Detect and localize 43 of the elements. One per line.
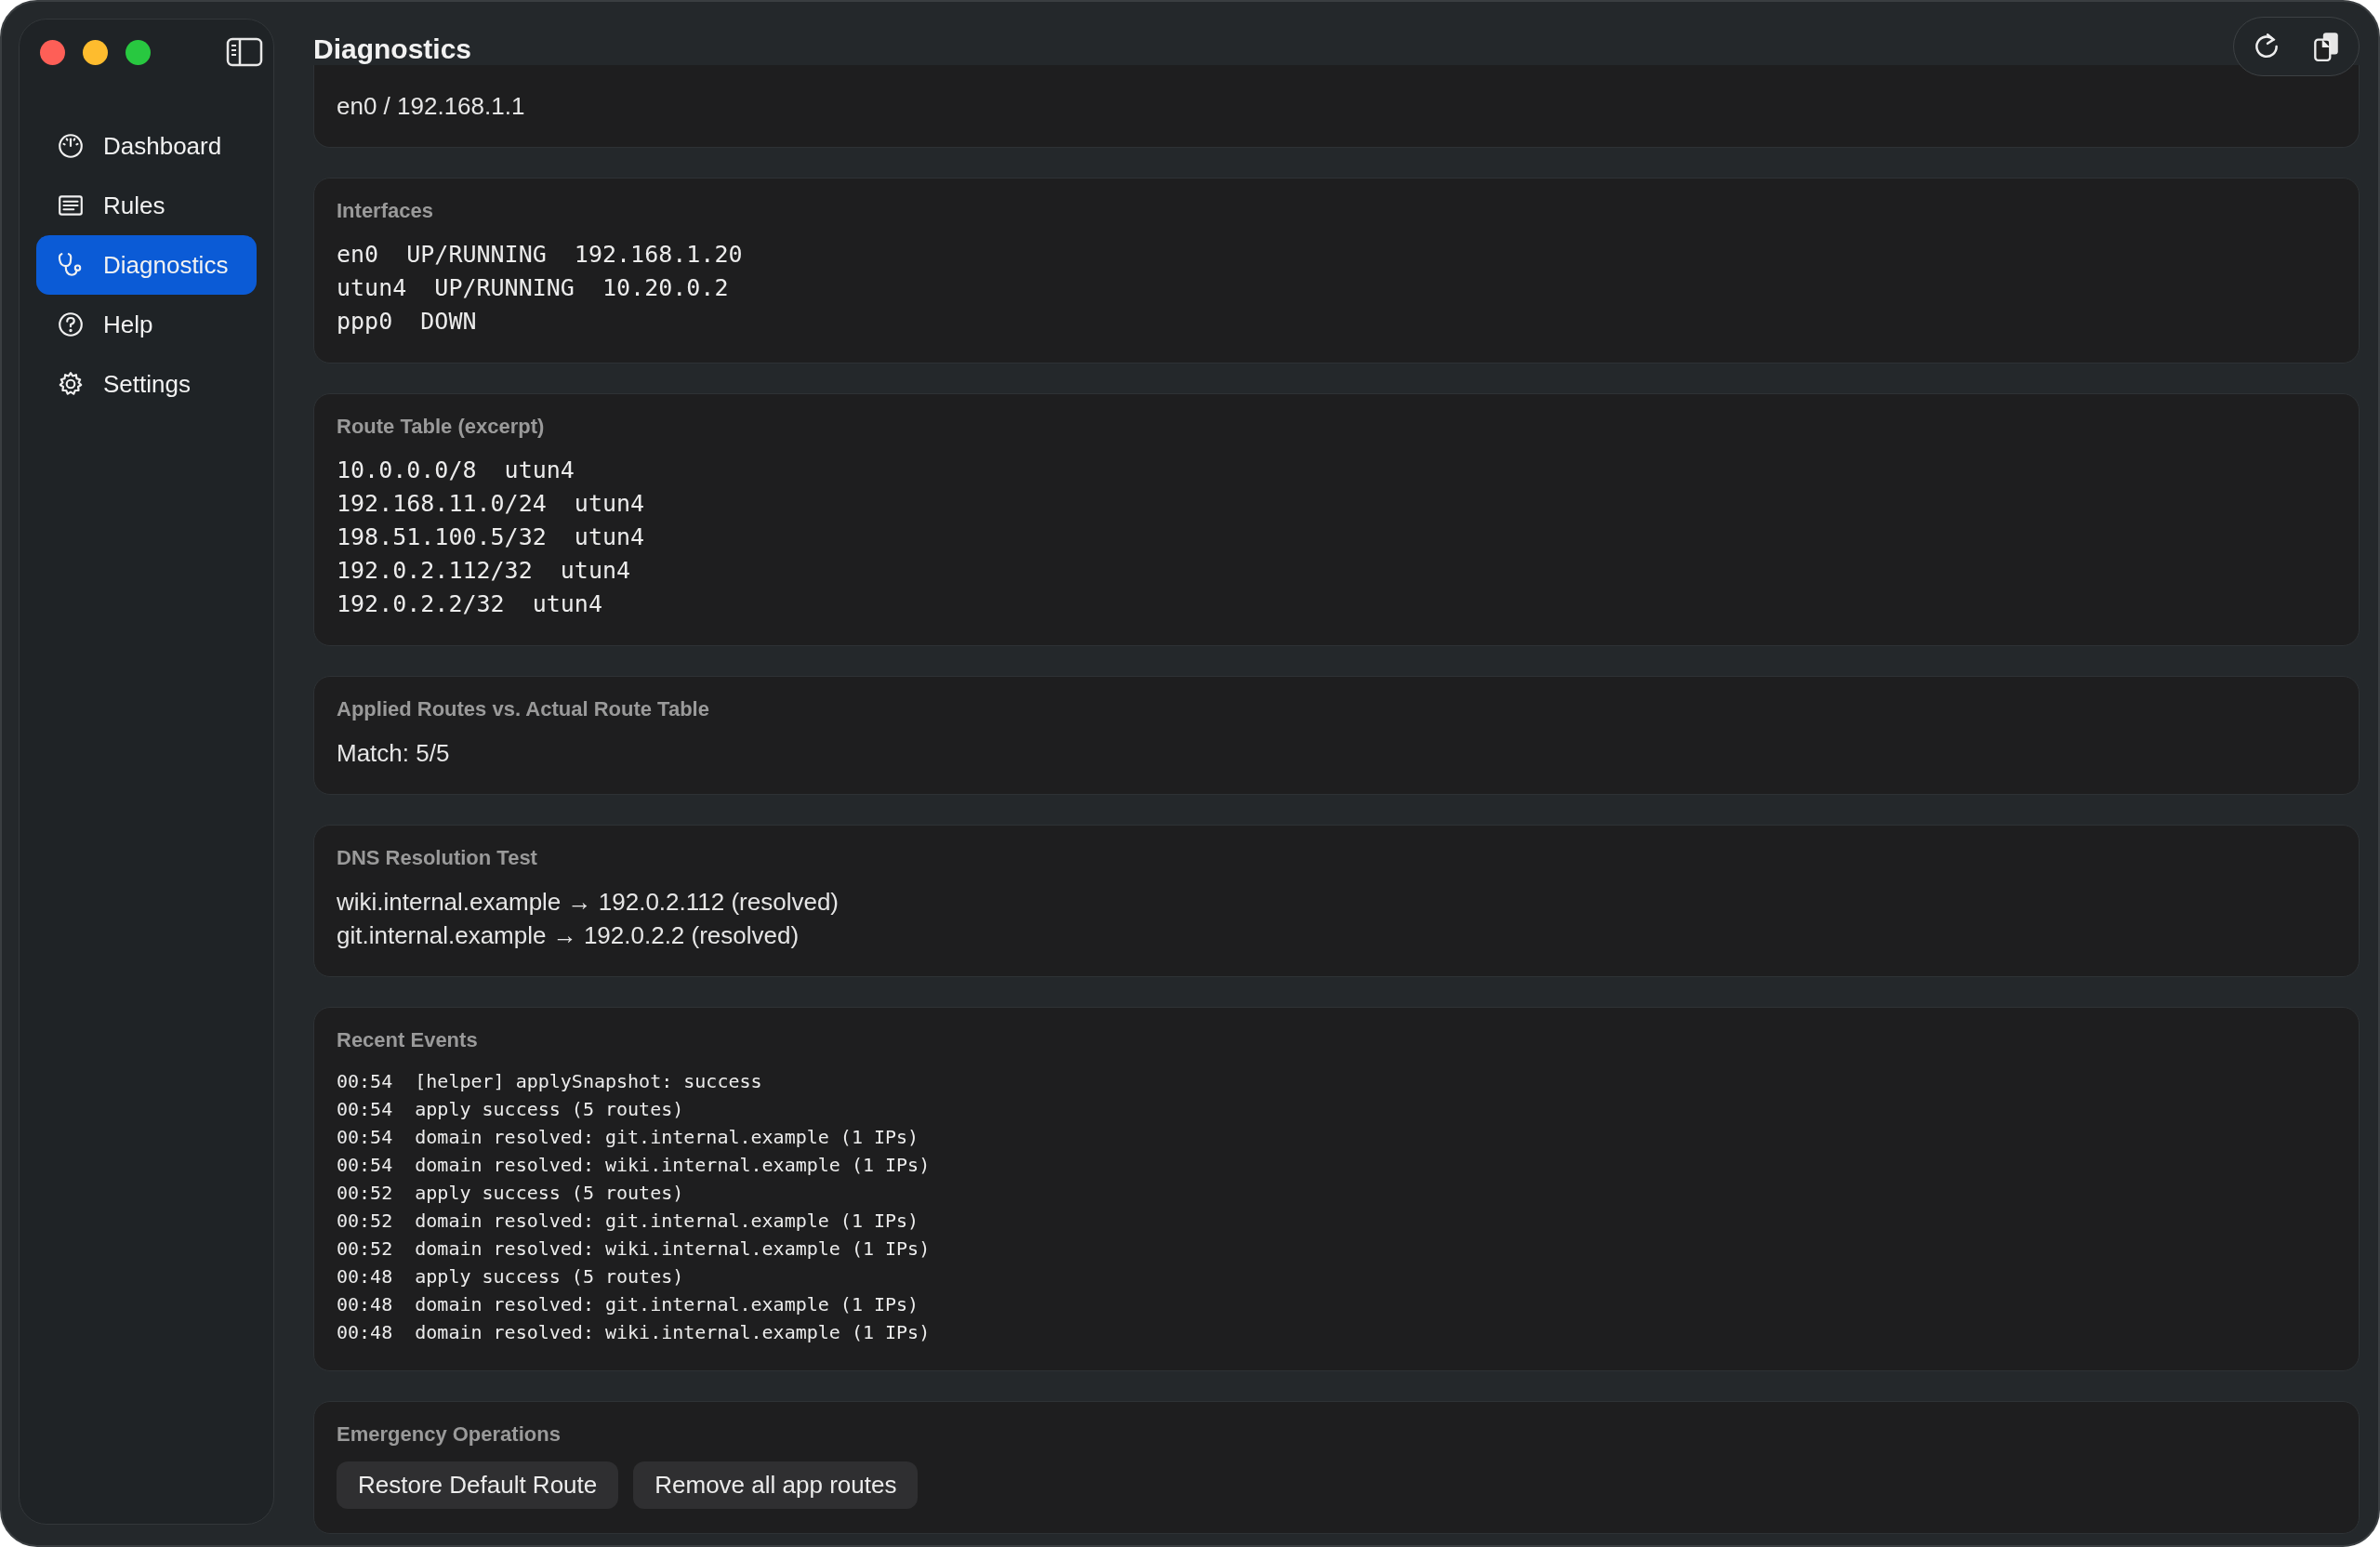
gauge-icon: [57, 132, 85, 160]
mono-line: 198.51.100.5/32 utun4: [337, 522, 646, 552]
section-title: Recent Events: [337, 1028, 479, 1052]
sidebar-item[interactable]: Dashboard: [36, 116, 257, 176]
sidebar-item[interactable]: Rules: [36, 176, 257, 235]
event-line: 00:54 apply success (5 routes): [337, 1097, 685, 1122]
mono-line: 192.0.2.2/32 utun4: [337, 589, 603, 619]
event-line: 00:54 domain resolved: git.internal.example (1 IPs): [337, 1125, 920, 1150]
zoom-button[interactable]: [126, 39, 151, 65]
section-title: Interfaces: [337, 199, 434, 223]
event-line: 00:48 apply success (5 routes): [337, 1264, 685, 1289]
sidebar-item[interactable]: Settings: [36, 354, 257, 414]
mono-line: ppp0 DOWN: [337, 307, 478, 337]
event-line: 00:52 domain resolved: wiki.internal.example (1 IPs): [337, 1236, 932, 1262]
event-line: 00:48 domain resolved: wiki.internal.example (1 IPs): [337, 1320, 932, 1345]
event-line: 00:52 apply success (5 routes): [337, 1181, 685, 1206]
sidebar-item[interactable]: Diagnostics: [36, 235, 257, 295]
mono-line: en0 UP/RUNNING 192.168.1.20: [337, 240, 744, 270]
value-text: git.internal.example → 192.0.2.2 (resolved): [337, 920, 800, 951]
settings-icon: [57, 370, 85, 398]
sidebar-toggle-icon[interactable]: [226, 37, 263, 67]
value-text: wiki.internal.example → 192.0.2.112 (resolved): [337, 887, 840, 918]
minimize-button[interactable]: [83, 39, 108, 65]
value-text: Match: 5/5: [337, 738, 451, 769]
sidebar-item[interactable]: Help: [36, 295, 257, 354]
close-button[interactable]: [40, 39, 65, 65]
help-icon: [57, 311, 85, 338]
action-button[interactable]: Restore Default Route: [337, 1461, 619, 1509]
section-title: Emergency Operations: [337, 1422, 562, 1447]
event-line: 00:48 domain resolved: git.internal.example (1 IPs): [337, 1292, 920, 1317]
mono-line: 10.0.0.0/8 utun4: [337, 456, 575, 485]
section-title: Applied Routes vs. Actual Route Table: [337, 697, 710, 721]
mono-line: 192.168.11.0/24 utun4: [337, 489, 646, 519]
section-title: DNS Resolution Test: [337, 846, 538, 870]
mono-line: 192.0.2.112/32 utun4: [337, 556, 632, 586]
event-line: 00:54 [helper] applySnapshot: success: [337, 1069, 763, 1094]
value-text: en0 / 192.168.1.1: [337, 91, 526, 122]
action-button[interactable]: Remove all app routes: [633, 1461, 919, 1509]
section-title: Route Table (excerpt): [337, 415, 546, 439]
window-title: Diagnostics: [313, 33, 472, 65]
event-line: 00:54 domain resolved: wiki.internal.example (1 IPs): [337, 1153, 932, 1178]
event-line: 00:52 domain resolved: git.internal.example (1 IPs): [337, 1209, 920, 1234]
mono-line: utun4 UP/RUNNING 10.20.0.2: [337, 273, 730, 303]
